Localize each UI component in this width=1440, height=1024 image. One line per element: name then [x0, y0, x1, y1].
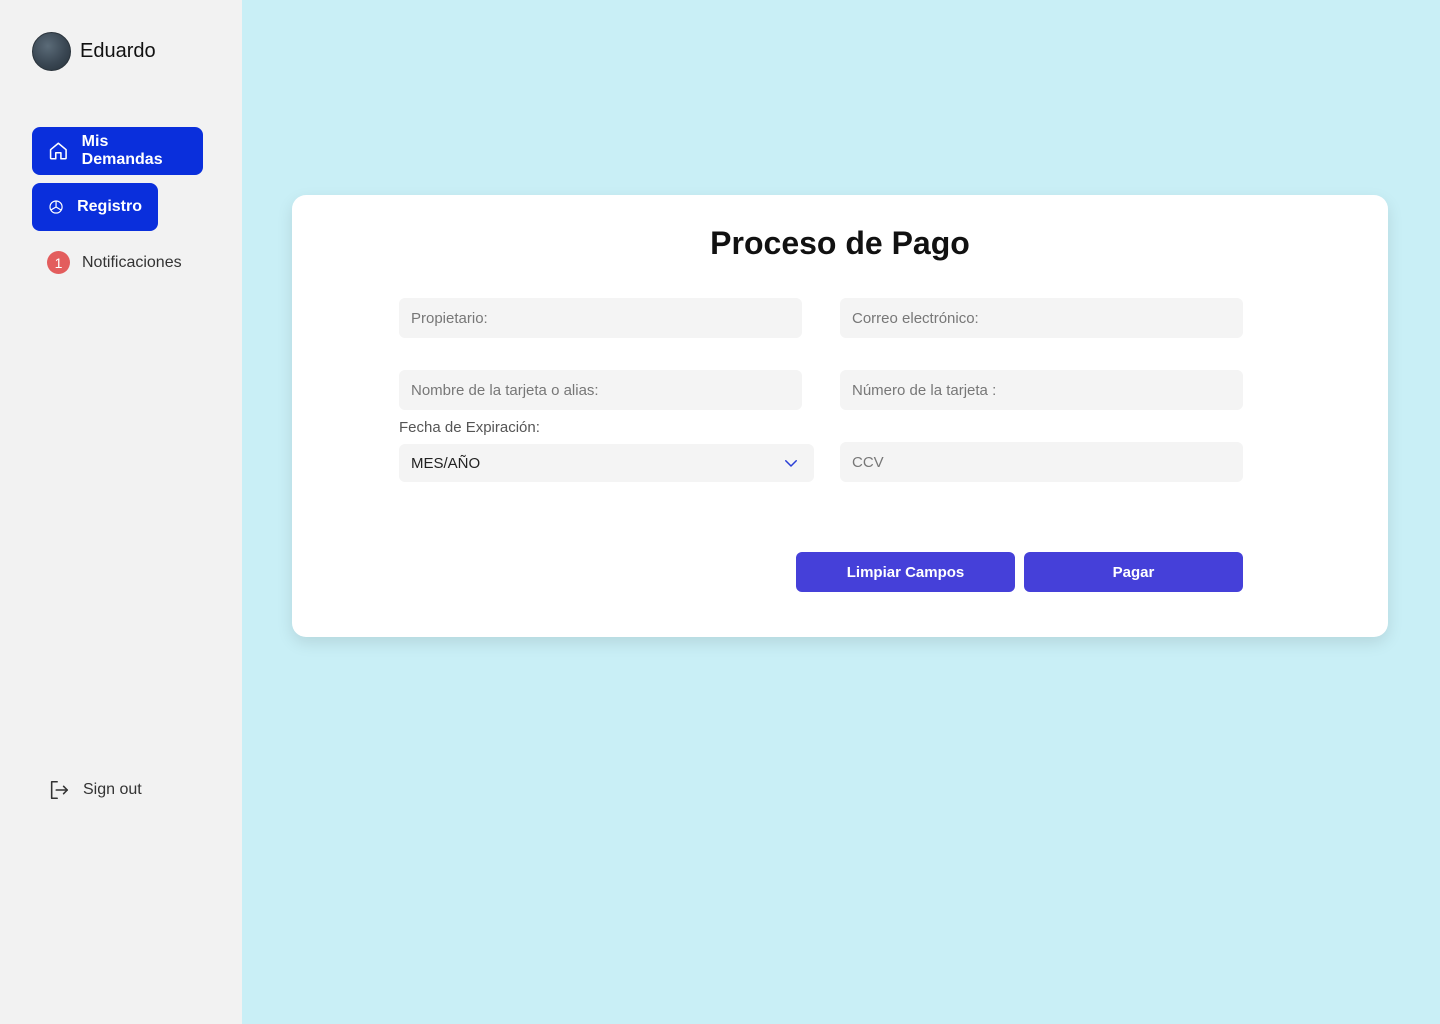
propietario-input[interactable] — [399, 298, 802, 338]
nav-notificaciones[interactable]: 1 Notificaciones — [47, 251, 182, 274]
card-alias-input[interactable] — [399, 370, 802, 410]
page-title: Proceso de Pago — [710, 225, 970, 261]
email-input[interactable] — [840, 298, 1243, 338]
nav-notificaciones-label: Notificaciones — [82, 253, 182, 271]
user-profile[interactable]: Eduardo — [32, 32, 156, 71]
payment-card: Proceso de Pago Fecha de Expiración: MES… — [292, 195, 1388, 637]
chevron-down-icon — [785, 460, 797, 467]
sign-out-icon — [50, 780, 69, 800]
expiration-select[interactable]: MES/AÑO — [399, 444, 814, 482]
nav-mis-demandas-label: Mis Demandas — [81, 133, 163, 168]
expiration-select-value: MES/AÑO — [411, 454, 481, 472]
nav-registro-label: Registro — [77, 198, 142, 215]
expiration-label: Fecha de Expiración: — [399, 419, 540, 436]
sidebar: Eduardo Mis Demandas Registro 1 Notifica… — [0, 0, 242, 1024]
user-name: Eduardo — [80, 40, 156, 62]
home-icon — [49, 142, 67, 160]
clear-fields-button[interactable]: Limpiar Campos — [796, 552, 1015, 592]
sign-out-button[interactable]: Sign out — [48, 779, 142, 801]
nav-mis-demandas-button[interactable]: Mis Demandas — [32, 127, 203, 175]
pay-button[interactable]: Pagar — [1024, 552, 1243, 592]
avatar[interactable] — [32, 32, 71, 71]
sign-out-label: Sign out — [83, 781, 142, 798]
pie-chart-icon — [49, 200, 63, 214]
ccv-input[interactable] — [840, 442, 1243, 482]
card-number-input[interactable] — [840, 370, 1243, 410]
nav-registro-button[interactable]: Registro — [32, 183, 158, 231]
notification-badge: 1 — [47, 251, 70, 274]
